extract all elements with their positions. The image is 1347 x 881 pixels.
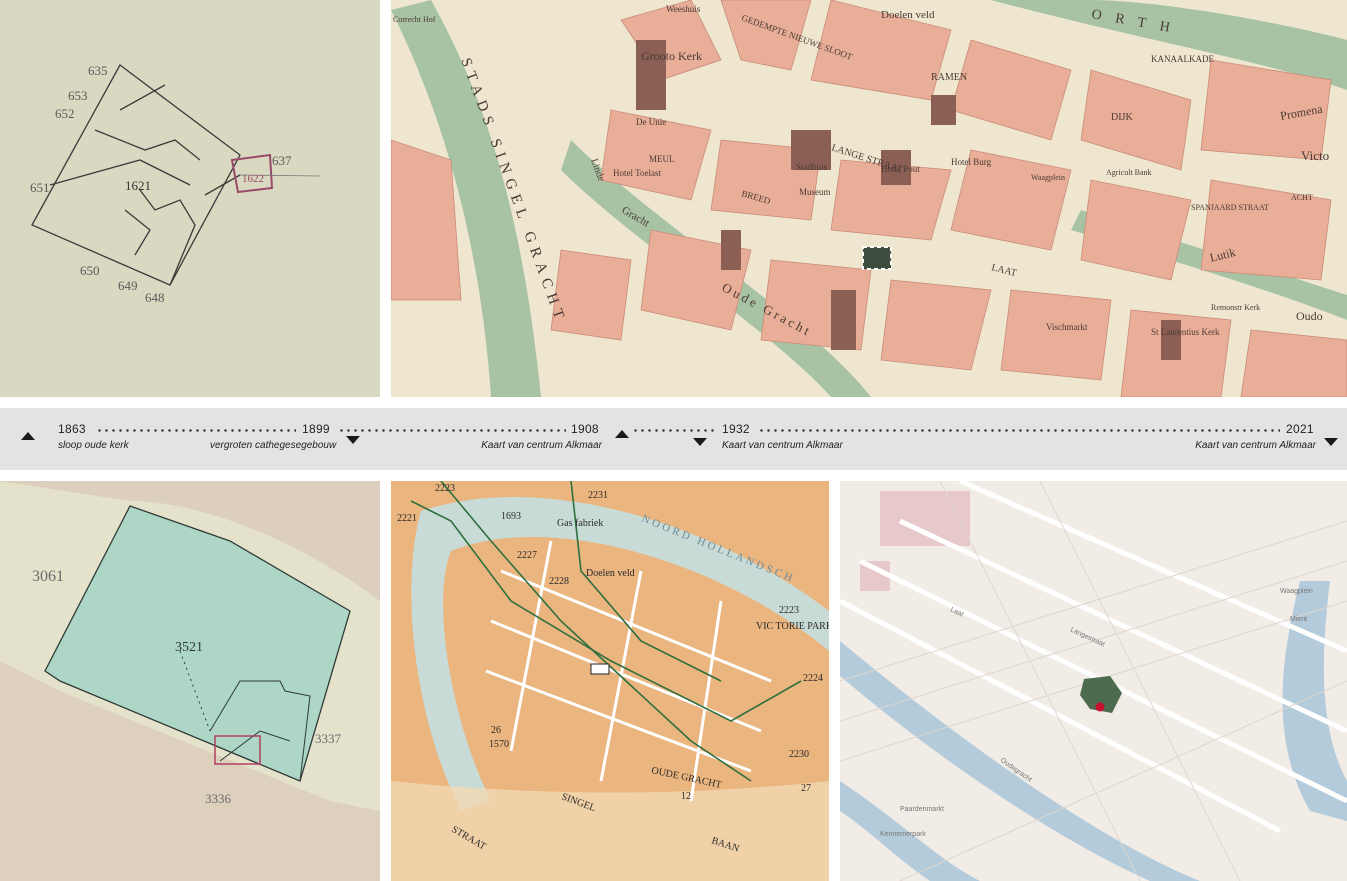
triangle-down-icon[interactable] (1324, 438, 1338, 446)
map-label: Weeshuis (666, 4, 701, 14)
map-label: Hotel Pout (881, 164, 920, 174)
map-label: MEUL (649, 154, 675, 164)
highlighted-building-marker[interactable] (862, 246, 892, 270)
map-1899-canvas: 3061 3521 3337 3336 (0, 481, 380, 881)
map-label: De Unie (636, 117, 666, 127)
map-label: 2221 (397, 513, 417, 524)
parcel-label-highlight: 1622 (242, 173, 264, 185)
timeline-dots (758, 429, 1280, 432)
map-label: 2224 (803, 673, 823, 684)
map-1863-cadastral[interactable]: 635 653 652 651 1621 1622 637 650 649 64… (0, 0, 380, 397)
map-label: Victo (1301, 148, 1329, 163)
map-label: St Laurentius Kerk (1151, 327, 1220, 337)
parcel-label: 648 (145, 290, 165, 305)
map-1863-canvas: 635 653 652 651 1621 1622 637 650 649 64… (0, 0, 380, 397)
timeline-bar: 1863 sloop oude kerk vergroten cathegese… (0, 408, 1347, 470)
map-label: Grooto Kerk (641, 49, 702, 63)
triangle-down-icon[interactable] (693, 438, 707, 446)
timeline-year-1908[interactable]: 1908 (571, 422, 599, 436)
parcel-label: 635 (88, 63, 108, 78)
map-label: 12 (681, 791, 691, 802)
parcel-label: 652 (55, 106, 75, 121)
map-label: 2228 (549, 576, 569, 587)
timeline-dots (96, 429, 296, 432)
timeline-year-1863[interactable]: 1863 (58, 422, 86, 436)
parcel-label: 637 (272, 153, 292, 168)
map-2021-canvas: Laat Oudegracht Langestraat Kennemerpark… (840, 481, 1347, 881)
triangle-down-icon[interactable] (346, 436, 360, 444)
parcel-label: 653 (68, 88, 88, 103)
map-label: 2231 (588, 490, 608, 501)
map-label: RAMEN (931, 72, 967, 83)
timeline-year-1932[interactable]: 1932 (722, 422, 750, 436)
timeline-dots (632, 429, 716, 432)
map-label: Kennemerpark (880, 831, 926, 838)
map-label: 26 (491, 725, 501, 736)
timeline-caption-1932: Kaart van centrum Alkmaar (722, 440, 843, 451)
parcel-label: 3521 (175, 640, 203, 655)
map-1932-canvas: 2223 2231 1693 Gas fabriek 2227 Doelen v… (391, 481, 829, 881)
map-label: DIJK (1111, 112, 1133, 123)
map-label: Vischmarkt (1046, 322, 1088, 332)
map-label: Stadhuis (796, 162, 828, 172)
map-label: Museum (799, 187, 831, 197)
map-label: Doelen veld (881, 9, 935, 21)
parcel-label: 3337 (315, 731, 342, 746)
map-label: 27 (801, 783, 811, 794)
map-label: Oudo (1296, 309, 1323, 323)
map-label: Waagplein (1280, 588, 1313, 595)
timeline-caption-1863: sloop oude kerk (58, 440, 129, 451)
map-label: Mient (1290, 616, 1307, 623)
map-label: Gas fabriek (557, 518, 603, 529)
map-label: Waagplein (1031, 173, 1065, 182)
map-label: Hotel Burg (951, 157, 992, 167)
highlighted-building-marker[interactable] (590, 663, 610, 675)
map-label: 2227 (517, 550, 537, 561)
triangle-up-icon[interactable] (615, 430, 629, 438)
map-label: Correcht Hof (393, 15, 436, 24)
map-label: KANAALKADE (1151, 54, 1214, 64)
map-label: Remonstr Kerk (1211, 303, 1260, 312)
map-label: Agricult Bank (1106, 168, 1152, 177)
timeline-year-2021[interactable]: 2021 (1286, 422, 1314, 436)
map-label: 2223 (779, 605, 799, 616)
map-label: 1693 (501, 511, 521, 522)
map-label: SPANJAARD STRAAT (1191, 203, 1269, 212)
map-1932-city-centre[interactable]: 2223 2231 1693 Gas fabriek 2227 Doelen v… (391, 481, 829, 881)
map-1908-city-centre[interactable]: STADS SINGEL GRACHT Grooto Kerk Doelen v… (391, 0, 1347, 397)
map-1908-canvas: STADS SINGEL GRACHT Grooto Kerk Doelen v… (391, 0, 1347, 397)
map-label: 2223 (435, 483, 455, 494)
map-2021-city-centre[interactable]: Laat Oudegracht Langestraat Kennemerpark… (840, 481, 1347, 881)
location-pin-icon[interactable] (1095, 702, 1105, 712)
map-1899-cadastral[interactable]: 3061 3521 3337 3336 (0, 481, 380, 881)
parcel-label: 3061 (32, 568, 64, 585)
timeline-caption-1899: vergroten cathegesegebouw (210, 440, 337, 451)
parcel-label: 651 (30, 180, 50, 195)
timeline-caption-2021: Kaart van centrum Alkmaar (1195, 440, 1316, 451)
church-grounds-2021 (880, 491, 970, 546)
map-label: Doelen veld (586, 568, 635, 579)
timeline-dots (338, 429, 566, 432)
map-label: 2230 (789, 749, 809, 760)
parcel-label: 3336 (205, 791, 232, 806)
parcel-label: 649 (118, 278, 138, 293)
map-label: VIC TORIE PARK (756, 621, 829, 632)
parcel-label: 1621 (125, 178, 151, 193)
triangle-up-icon[interactable] (21, 432, 35, 440)
map-label: Paardenmarkt (900, 806, 944, 813)
timeline-caption-1908: Kaart van centrum Alkmaar (481, 440, 602, 451)
map-label: 1570 (489, 739, 509, 750)
map-label: ACHT (1291, 193, 1313, 202)
timeline-year-1899[interactable]: 1899 (302, 422, 330, 436)
parcel-label: 650 (80, 263, 100, 278)
map-label: Hotel Toelast (613, 168, 661, 178)
